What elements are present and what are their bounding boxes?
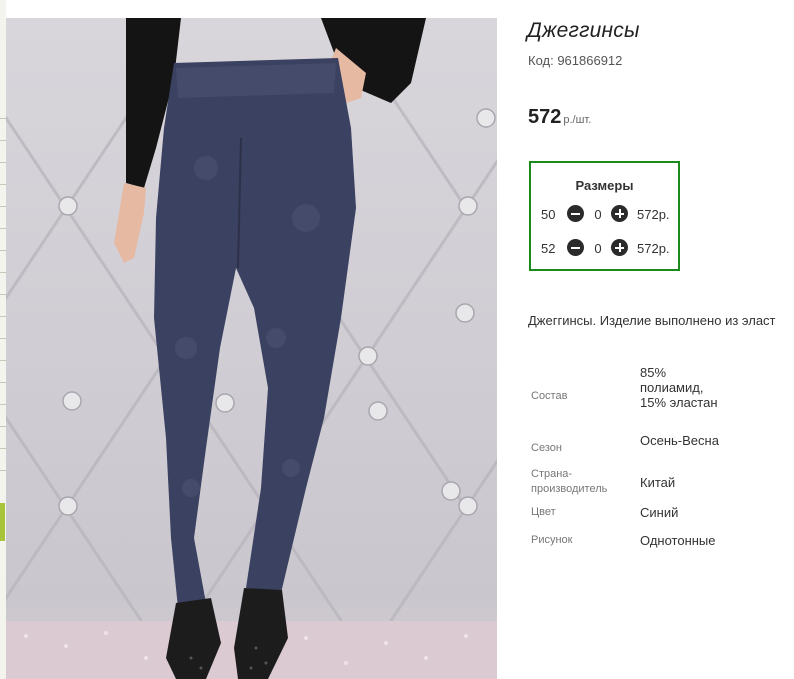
size-price: 572р.: [637, 207, 670, 222]
plus-circle-icon[interactable]: [611, 205, 628, 222]
property-value-pattern: Однотонные: [640, 533, 716, 548]
property-value-color: Синий: [640, 505, 679, 520]
property-value-country: Китай: [640, 475, 676, 490]
product-description: Джеггинсы. Изделие выполнено из эласт: [528, 313, 776, 328]
plus-circle-icon[interactable]: [611, 239, 628, 256]
property-value-composition: 85% полиамид, 15% эластан: [640, 365, 718, 410]
size-price: 572р.: [637, 241, 670, 256]
sizes-title: Размеры: [575, 178, 634, 193]
size-value: 52: [541, 241, 556, 256]
property-value-season: Осень-Весна: [640, 433, 719, 448]
size-qty: 0: [594, 207, 602, 222]
product-photo[interactable]: [6, 18, 497, 679]
price-value: 572: [528, 106, 562, 128]
property-label-composition: Состав: [531, 390, 568, 402]
product-title: Джеггинсы: [527, 19, 640, 42]
product-image: [6, 18, 497, 679]
size-qty: 0: [594, 241, 602, 256]
price-unit: р./шт.: [563, 114, 592, 126]
size-value: 50: [541, 207, 556, 222]
property-label-country: Страна-производитель: [531, 468, 608, 495]
property-label-pattern: Рисунок: [531, 534, 573, 546]
property-label-season: Сезон: [531, 442, 562, 454]
minus-circle-icon[interactable]: [567, 205, 584, 222]
sizes-panel: Размеры 50 0 572р. 52 0 572р.: [529, 161, 680, 271]
property-label-color: Цвет: [531, 506, 556, 518]
product-code: Код: 961866912: [528, 53, 623, 68]
product-price: 572 р./шт.: [528, 106, 591, 129]
minus-circle-icon[interactable]: [567, 239, 584, 256]
